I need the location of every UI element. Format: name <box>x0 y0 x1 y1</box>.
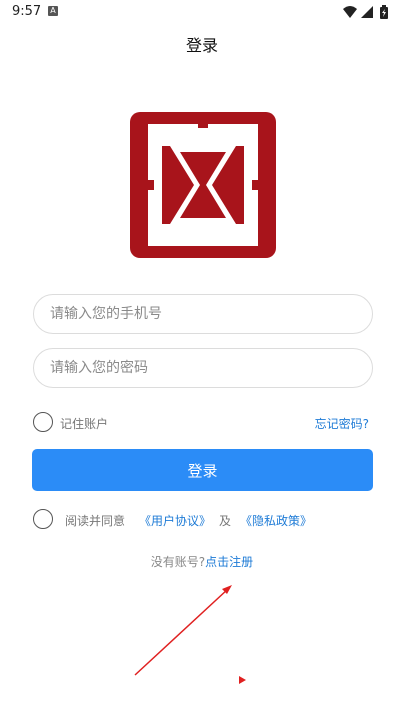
remember-label: 记住账户 <box>60 417 109 431</box>
login-button[interactable]: 登录 <box>32 449 373 491</box>
notification-a-icon: A <box>48 6 58 16</box>
status-bar: 9:57 A <box>0 0 404 24</box>
app-logo <box>130 112 276 258</box>
and-label: 及 <box>219 514 232 528</box>
page-title: 登录 <box>185 36 218 55</box>
cursor-marker <box>239 676 246 684</box>
signal-icon <box>361 6 373 18</box>
agree-checkbox[interactable] <box>33 509 53 529</box>
no-account-text: 没有账号? <box>150 555 206 569</box>
register-link[interactable]: 点击注册 <box>205 555 253 569</box>
agree-label: 阅读并同意 <box>65 514 126 528</box>
remember-checkbox[interactable] <box>33 412 53 432</box>
password-input[interactable] <box>33 348 373 388</box>
battery-icon <box>380 5 388 19</box>
user-agreement-link[interactable]: 《用户协议》 <box>139 512 211 529</box>
phone-input[interactable] <box>33 294 373 334</box>
wifi-icon <box>343 6 357 18</box>
register-prompt: 没有账号?点击注册 <box>0 553 404 570</box>
annotation-arrow <box>134 585 232 676</box>
forgot-password-link[interactable]: 忘记密码? <box>315 415 369 432</box>
privacy-policy-link[interactable]: 《隐私政策》 <box>240 512 312 529</box>
status-time: 9:57 <box>12 4 42 19</box>
status-icons <box>342 4 392 20</box>
